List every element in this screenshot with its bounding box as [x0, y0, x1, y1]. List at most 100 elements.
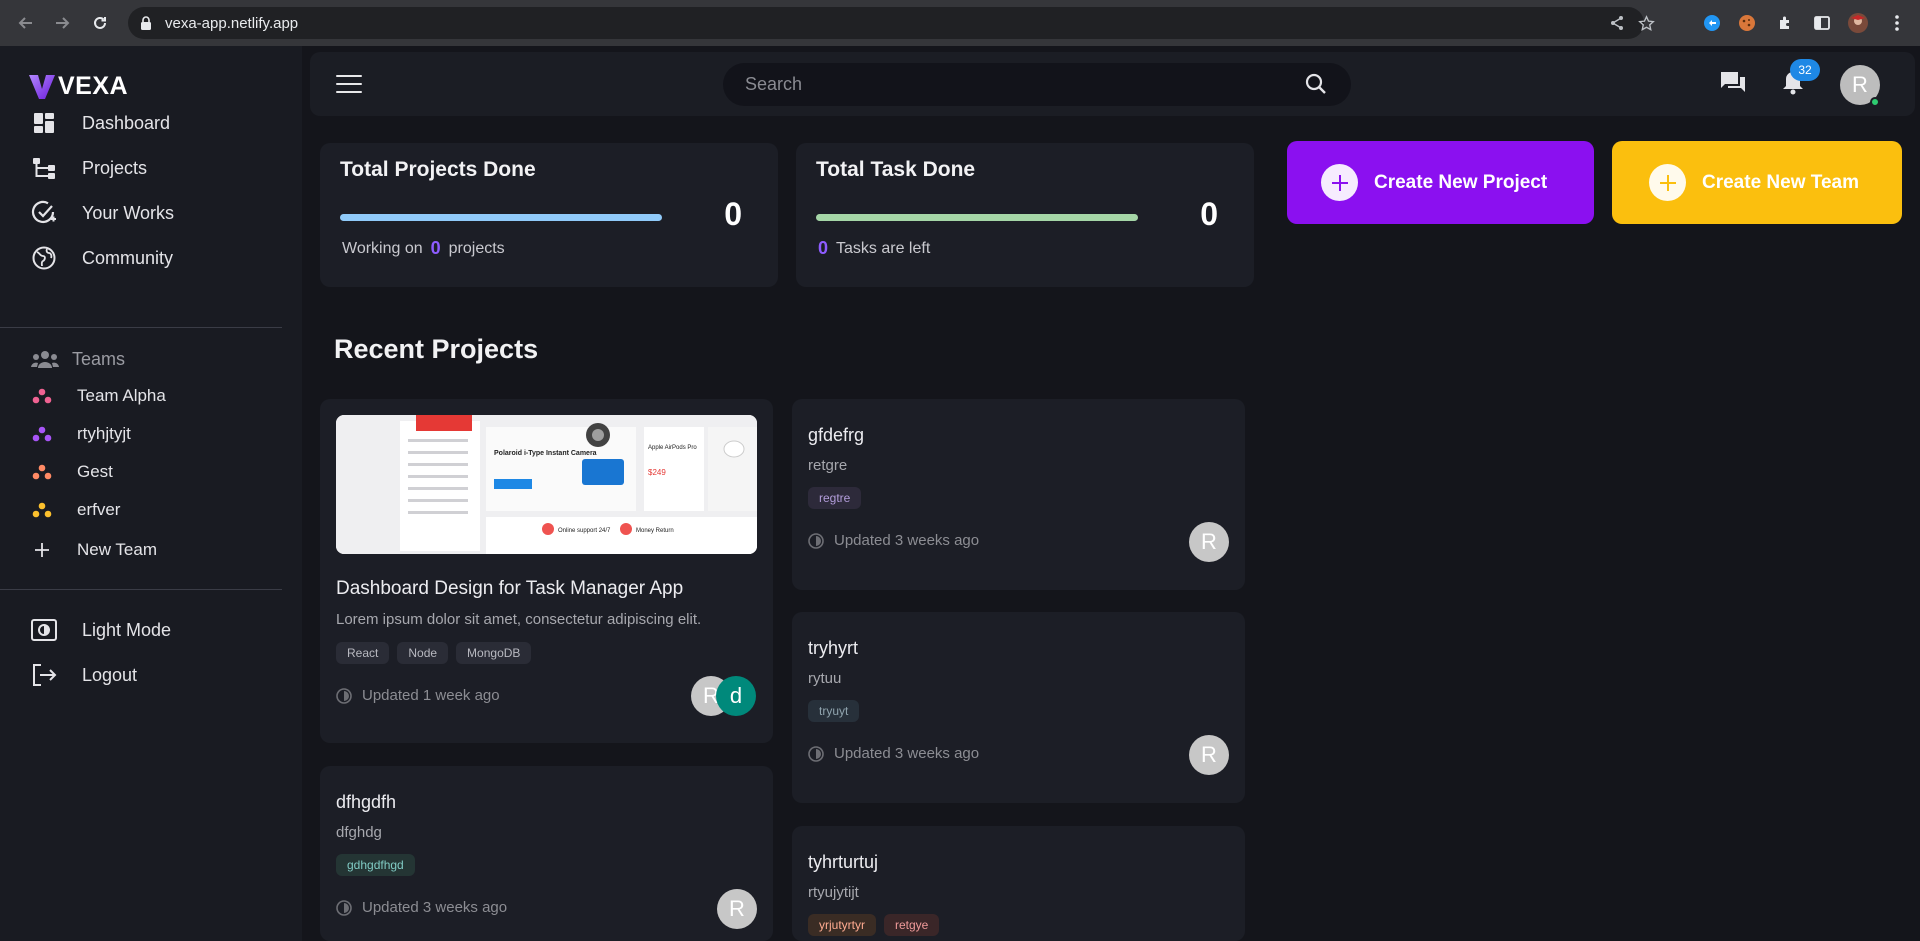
updated-text: Updated 3 weeks ago: [834, 532, 980, 549]
tag: MongoDB: [456, 642, 532, 664]
create-team-button[interactable]: Create New Team: [1612, 141, 1902, 224]
address-bar[interactable]: vexa-app.netlify.app: [128, 7, 1655, 39]
project-card[interactable]: tryhyrt rytuu tryuyt Updated 3 weeks ago…: [792, 612, 1245, 803]
member-avatar[interactable]: R: [717, 889, 757, 929]
clock-icon: [336, 687, 352, 704]
svg-text:$249: $249: [648, 468, 666, 477]
updated-text: Updated 3 weeks ago: [834, 745, 980, 762]
project-tags: regtre: [808, 487, 862, 509]
project-tags: React Node MongoDB: [336, 642, 532, 664]
top-bar: 32 R: [310, 52, 1915, 116]
project-title: Dashboard Design for Task Manager App: [336, 578, 684, 599]
project-card[interactable]: gfdefrg retgre regtre Updated 3 weeks ag…: [792, 399, 1245, 590]
sidebar-item-label: Your Works: [82, 202, 175, 223]
project-description: dfghdg: [336, 824, 382, 841]
project-title: tyhrturtuj: [808, 852, 879, 872]
brightness-icon: [30, 616, 58, 644]
team-label: Gest: [77, 462, 113, 481]
forward-button[interactable]: [50, 11, 74, 35]
project-card[interactable]: Polaroid i-Type Instant Camera Apple Air…: [320, 399, 773, 743]
sidebar-item-label: Community: [82, 247, 174, 268]
sidebar-item-projects[interactable]: Projects: [30, 153, 147, 183]
project-description: Lorem ipsum dolor sit amet, consectetur …: [336, 611, 702, 628]
project-title: gfdefrg: [808, 425, 865, 445]
progress-bar: [816, 214, 1138, 221]
team-item-rtyhjtyjt[interactable]: rtyhjtyjt: [30, 420, 131, 448]
plus-circle-icon: [1649, 164, 1686, 201]
clock-icon: [808, 745, 824, 762]
progress-fill: [816, 214, 1138, 221]
cookie-icon[interactable]: [1736, 12, 1758, 34]
light-mode-label: Light Mode: [82, 619, 172, 640]
project-description: rtyujytijt: [808, 884, 859, 901]
vexa-logo-icon: [29, 74, 55, 99]
new-team-button[interactable]: New Team: [30, 536, 157, 564]
tag: Node: [397, 642, 449, 664]
new-team-label: New Team: [77, 540, 157, 559]
progress-bar: [340, 214, 662, 221]
tag: yrjutyrtyr: [808, 914, 876, 936]
arrow-right-icon: [56, 17, 70, 29]
star-icon[interactable]: [1636, 13, 1656, 33]
arrow-left-icon: [18, 17, 32, 29]
member-avatar[interactable]: R: [1189, 735, 1229, 775]
search-icon[interactable]: [1305, 73, 1327, 95]
tag: tryuyt: [808, 700, 860, 722]
hamburger-menu-icon[interactable]: [336, 72, 362, 96]
projects-icon: [30, 154, 58, 182]
plus-circle-icon: [1321, 164, 1358, 201]
project-updated: Updated 3 weeks ago: [808, 532, 979, 549]
team-item-erfver[interactable]: erfver: [30, 496, 120, 524]
tag: gdhgdfhgd: [336, 854, 415, 876]
search-input[interactable]: [723, 63, 1283, 106]
team-item-gest[interactable]: Gest: [30, 458, 113, 486]
reload-button[interactable]: [88, 11, 112, 35]
team-dots-icon: [30, 464, 54, 480]
back-button[interactable]: [14, 11, 38, 35]
sidebar-divider: [0, 589, 282, 590]
team-item-team-alpha[interactable]: Team Alpha: [30, 382, 166, 410]
stat-value: 0: [724, 196, 742, 232]
thumbnail-text: Money Return: [636, 528, 674, 534]
sidebar-item-community[interactable]: Community: [30, 243, 173, 273]
project-thumbnail: Polaroid i-Type Instant Camera Apple Air…: [336, 415, 757, 554]
sidebar-item-your-works[interactable]: Your Works: [30, 198, 174, 228]
dashboard-icon: [30, 109, 58, 137]
project-updated: Updated 3 weeks ago: [808, 745, 979, 762]
updated-text: Updated 1 week ago: [362, 687, 500, 704]
globe-icon: [30, 244, 58, 272]
sidebar-divider: [0, 327, 282, 328]
sidebar-item-label: Dashboard: [82, 112, 171, 133]
project-tags: tryuyt: [808, 700, 860, 722]
sidepanel-icon[interactable]: [1811, 12, 1833, 34]
stat-subtext: Working on 0 projects: [342, 238, 505, 259]
team-dots-icon: [30, 426, 54, 442]
chat-icon[interactable]: [1720, 70, 1746, 94]
project-title: dfhgdfh: [336, 792, 397, 812]
create-project-button[interactable]: Create New Project: [1287, 141, 1594, 224]
kebab-menu-icon[interactable]: [1886, 12, 1908, 34]
team-dots-icon: [30, 388, 54, 404]
extension-blue-icon[interactable]: [1701, 12, 1723, 34]
brand-name: VEXA: [58, 72, 129, 100]
project-description: rytuu: [808, 670, 842, 687]
search-bar: [723, 63, 1351, 106]
profile-picture-icon[interactable]: [1847, 12, 1869, 34]
logout-label: Logout: [82, 664, 138, 685]
brand-logo[interactable]: VEXA: [28, 72, 128, 101]
reload-icon: [94, 16, 106, 29]
light-mode-toggle[interactable]: Light Mode: [30, 615, 171, 645]
member-avatar[interactable]: R: [1189, 522, 1229, 562]
project-card[interactable]: tyhrturtuj rtyujytijt yrjutyrtyr retgye: [792, 826, 1245, 941]
online-status-dot: [1870, 97, 1880, 107]
member-avatar[interactable]: d: [716, 676, 756, 716]
browser-toolbar: vexa-app.netlify.app: [0, 0, 1920, 46]
project-card[interactable]: dfhgdfh dfghdg gdhgdfhgd Updated 3 weeks…: [320, 766, 773, 941]
project-updated: Updated 3 weeks ago: [336, 899, 507, 916]
logout-button[interactable]: Logout: [30, 660, 137, 690]
share-icon[interactable]: [1607, 13, 1627, 33]
puzzle-icon[interactable]: [1775, 12, 1797, 34]
sidebar-item-dashboard[interactable]: Dashboard: [30, 108, 170, 138]
stat-value: 0: [1200, 196, 1218, 232]
project-title: tryhyrt: [808, 638, 859, 658]
